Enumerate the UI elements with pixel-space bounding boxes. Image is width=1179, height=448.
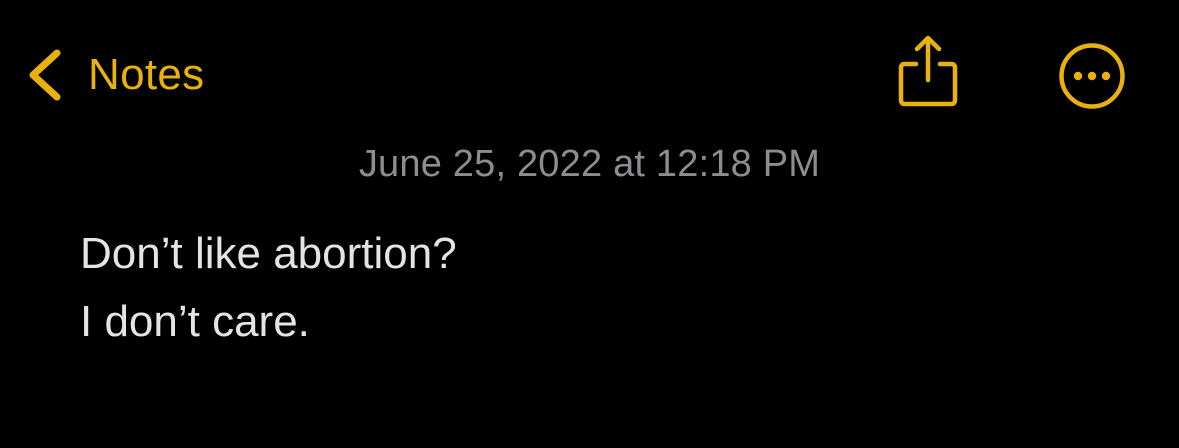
back-button[interactable]: Notes bbox=[24, 40, 204, 110]
share-button[interactable] bbox=[893, 34, 963, 110]
chevron-left-icon bbox=[29, 49, 61, 101]
note-line: Don’t like abortion? bbox=[80, 229, 457, 278]
note-line: I don’t care. bbox=[80, 297, 310, 346]
note-body[interactable]: Don’t like abortion? I don’t care. bbox=[80, 220, 1140, 356]
back-button-label: Notes bbox=[88, 50, 205, 99]
navigation-bar: Notes bbox=[0, 0, 1179, 150]
ellipsis-circle-icon bbox=[1059, 43, 1125, 109]
note-date: June 25, 2022 at 12:18 PM bbox=[358, 143, 821, 185]
share-icon bbox=[898, 35, 958, 107]
more-options-button[interactable] bbox=[1057, 41, 1127, 111]
